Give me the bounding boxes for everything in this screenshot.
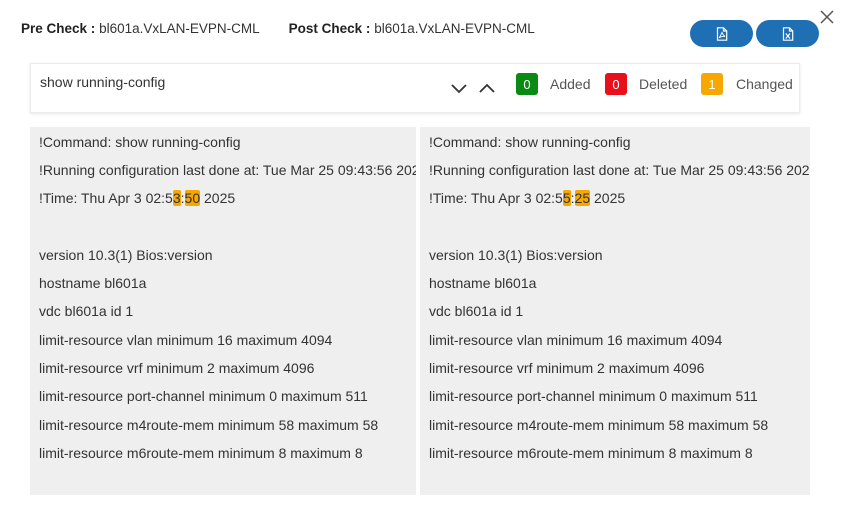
config-line: limit-resource vlan minimum 16 maximum 4… bbox=[429, 332, 723, 348]
excel-file-icon bbox=[782, 26, 793, 41]
config-line: vdc bl601a id 1 bbox=[39, 303, 134, 319]
export-excel-button[interactable] bbox=[756, 20, 819, 47]
time-prefix: !Time: Thu Apr 3 02:5 bbox=[39, 190, 173, 206]
config-line: !Command: show running-config bbox=[39, 134, 241, 150]
command-name: show running-config bbox=[40, 74, 166, 90]
added-count-badge: 0 bbox=[516, 73, 538, 95]
pre-check-value: bl601a.VxLAN-EVPN-CML bbox=[99, 21, 260, 36]
config-line: version 10.3(1) Bios:version bbox=[39, 247, 213, 263]
deleted-count-badge: 0 bbox=[605, 73, 627, 95]
pdf-file-icon bbox=[716, 26, 727, 41]
config-line: !Command: show running-config bbox=[429, 134, 631, 150]
config-line-time: !Time: Thu Apr 3 02:55:25 2025 bbox=[429, 190, 625, 206]
config-line: !Running configuration last done at: Tue… bbox=[429, 162, 810, 178]
time-colon: : bbox=[570, 190, 575, 206]
chevron-down-icon[interactable] bbox=[449, 78, 469, 98]
time-suffix: 2025 bbox=[200, 190, 236, 206]
changed-highlight: 5 bbox=[562, 190, 571, 206]
compare-header: Pre Check : bl601a.VxLAN-EVPN-CML Post C… bbox=[21, 21, 535, 36]
deleted-label: Deleted bbox=[639, 76, 688, 92]
config-line: limit-resource vrf minimum 2 maximum 409… bbox=[39, 360, 315, 376]
time-colon: : bbox=[180, 190, 185, 206]
time-suffix: 2025 bbox=[590, 190, 626, 206]
post-check-value: bl601a.VxLAN-EVPN-CML bbox=[374, 21, 535, 36]
changed-highlight: 3 bbox=[172, 190, 181, 206]
close-icon[interactable] bbox=[818, 8, 836, 26]
config-line: limit-resource vlan minimum 16 maximum 4… bbox=[39, 332, 333, 348]
time-prefix: !Time: Thu Apr 3 02:5 bbox=[429, 190, 563, 206]
config-line: vdc bl601a id 1 bbox=[429, 303, 524, 319]
export-pdf-button[interactable] bbox=[690, 20, 753, 47]
config-line: limit-resource m4route-mem minimum 58 ma… bbox=[429, 417, 769, 433]
post-check-label: Post Check : bbox=[288, 21, 371, 36]
config-line: limit-resource m6route-mem minimum 8 max… bbox=[39, 445, 363, 461]
command-bar: show running-config 0 Added 0 Deleted 1 … bbox=[30, 63, 800, 113]
config-line: hostname bl601a bbox=[39, 275, 147, 291]
changed-highlight: 25 bbox=[574, 190, 591, 206]
config-line: limit-resource vrf minimum 2 maximum 409… bbox=[429, 360, 705, 376]
config-line: limit-resource m4route-mem minimum 58 ma… bbox=[39, 417, 379, 433]
config-line: version 10.3(1) Bios:version bbox=[429, 247, 603, 263]
changed-highlight: 50 bbox=[184, 190, 201, 206]
pre-check-pane: !Command: show running-config !Running c… bbox=[30, 127, 416, 495]
added-label: Added bbox=[550, 76, 591, 92]
changed-count-badge: 1 bbox=[701, 73, 723, 95]
config-line: limit-resource port-channel minimum 0 ma… bbox=[429, 388, 758, 404]
config-line-time: !Time: Thu Apr 3 02:53:50 2025 bbox=[39, 190, 235, 206]
config-line: limit-resource m6route-mem minimum 8 max… bbox=[429, 445, 753, 461]
chevron-up-icon[interactable] bbox=[477, 78, 497, 98]
post-check-pane: !Command: show running-config !Running c… bbox=[420, 127, 810, 495]
config-line: hostname bl601a bbox=[429, 275, 537, 291]
config-line: !Running configuration last done at: Tue… bbox=[39, 162, 416, 178]
changed-label: Changed bbox=[736, 76, 793, 92]
config-line: limit-resource port-channel minimum 0 ma… bbox=[39, 388, 368, 404]
pre-check-label: Pre Check : bbox=[21, 21, 96, 36]
